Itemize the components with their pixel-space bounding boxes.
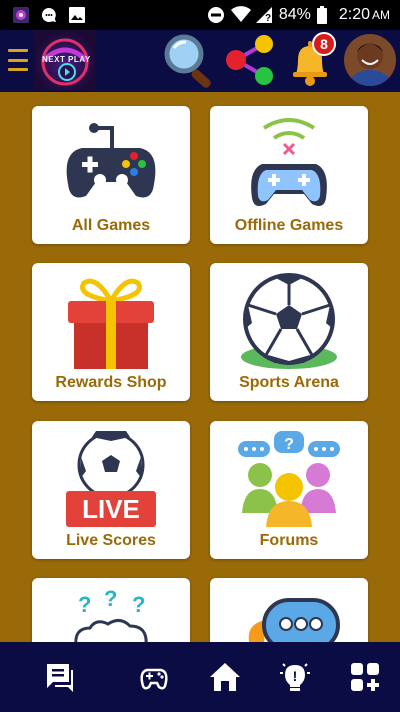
tile-label: Rewards Shop	[55, 374, 167, 391]
gamepad-icon[interactable]	[137, 660, 171, 694]
tile-label: All Games	[71, 217, 151, 234]
gamepad-icon	[56, 114, 166, 214]
notification-badge: 8	[312, 32, 336, 56]
logo-text: NEXT PLAY	[42, 55, 91, 64]
tile-label: Sports Arena	[239, 374, 339, 391]
offline-gamepad-icon	[234, 114, 344, 214]
svg-text:?: ?	[284, 436, 294, 453]
svg-text:?: ?	[132, 592, 145, 617]
svg-text:?: ?	[265, 13, 271, 24]
status-left-icons	[0, 6, 86, 24]
live-scores-icon: LIVE	[56, 429, 166, 529]
tile-rewards-shop[interactable]: Rewards Shop	[32, 263, 190, 401]
avatar[interactable]	[344, 34, 396, 86]
tile-label: Live Scores	[66, 532, 156, 549]
image-icon	[68, 6, 86, 24]
svg-text:?: ?	[104, 586, 117, 611]
bottom-navigation: !	[0, 642, 400, 712]
tile-chat[interactable]	[210, 578, 368, 642]
svg-text:?: ?	[78, 592, 91, 617]
menu-grid: All Games Offline Games Rewards Shop Spo…	[0, 92, 400, 642]
tile-questions[interactable]: ? ? ?	[32, 578, 190, 642]
tile-forums[interactable]: ? Forums	[210, 421, 368, 559]
share-icon[interactable]	[222, 32, 278, 88]
add-widget-icon[interactable]	[348, 660, 382, 694]
tile-label: Offline Games	[234, 217, 344, 234]
tile-offline-games[interactable]: Offline Games	[210, 106, 368, 244]
tile-live-scores[interactable]: LIVE Live Scores	[32, 421, 190, 559]
battery-icon	[316, 6, 327, 24]
svg-text:LIVE: LIVE	[82, 494, 140, 524]
lightbulb-icon[interactable]: !	[278, 660, 312, 694]
gift-icon	[56, 271, 166, 371]
tile-sports-arena[interactable]: Sports Arena	[210, 263, 368, 401]
battery-percent: 84%	[278, 6, 311, 23]
tile-all-games[interactable]: All Games	[32, 106, 190, 244]
app-bar: NEXT PLAY 8	[0, 30, 400, 92]
messages-icon[interactable]	[43, 660, 77, 694]
soccer-ball-icon	[234, 271, 344, 371]
forums-icon: ?	[234, 429, 344, 529]
signal-icon: ?	[255, 6, 273, 24]
do-not-disturb-icon	[207, 6, 225, 24]
questions-icon: ? ? ?	[56, 586, 166, 642]
home-icon[interactable]	[208, 660, 242, 694]
app-icon	[12, 6, 30, 24]
clock: 2:20 AM	[338, 6, 390, 23]
hamburger-icon[interactable]	[8, 47, 28, 73]
status-right: ? 84% 2:20 AM	[207, 6, 400, 24]
status-bar: ? 84% 2:20 AM	[0, 0, 400, 30]
magnifier-icon[interactable]	[160, 32, 220, 88]
chat-bubble-icon	[234, 586, 344, 642]
svg-text:!: !	[293, 668, 298, 684]
app-logo[interactable]: NEXT PLAY	[34, 30, 96, 90]
tile-label: Forums	[259, 532, 319, 549]
chat-icon	[40, 6, 58, 24]
wifi-icon	[230, 6, 251, 24]
